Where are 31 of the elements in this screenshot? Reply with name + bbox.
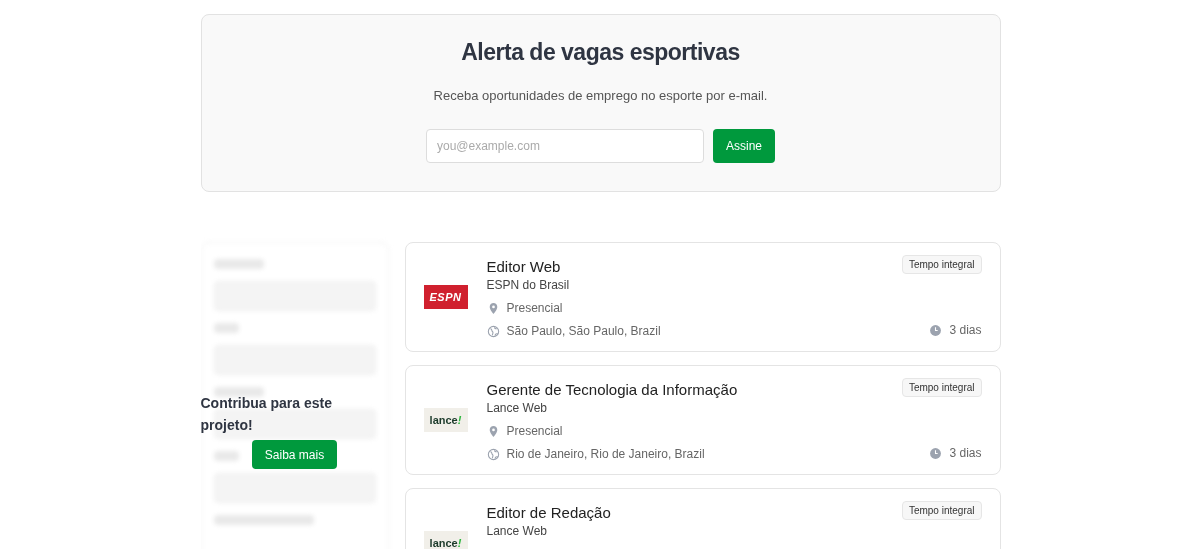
alert-title: Alerta de vagas esportivas xyxy=(461,39,740,66)
alert-subtitle: Receba oportunidades de emprego no esporte por e-mail. xyxy=(433,88,768,103)
job-type-tag: Tempo integral xyxy=(901,378,982,397)
posted-age: 3 dias xyxy=(949,446,982,460)
job-card[interactable]: ESPN Editor Web ESPN do Brasil Presencial São Paulo, São Paulo, Brazil Tempo integral 3 dias xyxy=(404,242,1001,352)
workplace-type: Presencial xyxy=(506,301,563,315)
company-logo: ESPN xyxy=(423,285,468,309)
workplace-type: Presencial xyxy=(506,424,563,438)
job-type-tag: Tempo integral xyxy=(901,255,982,274)
posted-age: 3 dias xyxy=(949,323,982,337)
job-title[interactable]: Editor Web xyxy=(486,258,902,275)
contribute-text: Contribua para este projeto! xyxy=(200,394,333,435)
job-card[interactable]: lance! Gerente de Tecnologia da Informação Lance Web Presencial Rio de Janeiro, Rio de Janeiro, Brazil Tempo integral 3 dias xyxy=(404,365,1001,475)
subscribe-button[interactable]: Assine xyxy=(713,129,775,163)
company-name: Lance Web xyxy=(486,401,548,415)
job-type-tag: Tempo integral xyxy=(901,501,982,520)
company-logo: lance! xyxy=(423,408,468,432)
company-name: Lance Web xyxy=(486,524,548,538)
learn-more-button[interactable]: Saiba mais xyxy=(251,440,338,469)
job-title[interactable]: Editor de Redação xyxy=(486,504,902,521)
globe-icon xyxy=(486,447,500,461)
globe-icon xyxy=(486,324,500,338)
job-card[interactable]: lance! Editor de Redação Lance Web Tempo integral xyxy=(404,488,1001,549)
job-location: Rio de Janeiro, Rio de Janeiro, Brazil xyxy=(506,447,705,461)
job-location: São Paulo, São Paulo, Brazil xyxy=(506,324,661,338)
email-field[interactable]: you@example.com xyxy=(426,129,704,163)
clock-icon xyxy=(929,323,943,337)
company-logo: lance! xyxy=(423,531,468,549)
clock-icon xyxy=(929,446,943,460)
job-title[interactable]: Gerente de Tecnologia da Informação xyxy=(486,381,902,398)
company-name: ESPN do Brasil xyxy=(486,278,571,292)
